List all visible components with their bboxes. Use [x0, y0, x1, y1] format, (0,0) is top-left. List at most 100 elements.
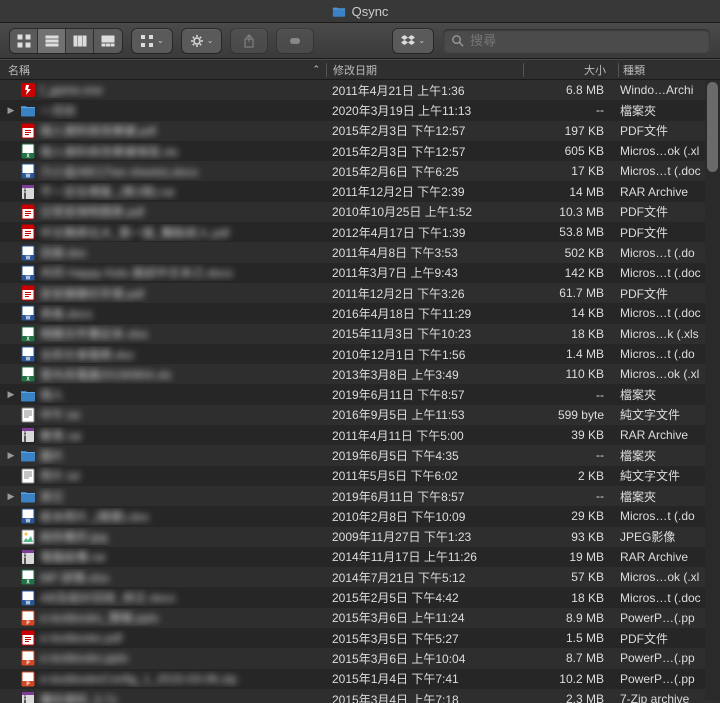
- scroll-thumb[interactable]: [707, 82, 718, 172]
- table-row[interactable]: 力小盃ABC(Two sheets).docx2015年2月6日 下午6:251…: [0, 161, 720, 181]
- table-row[interactable]: 教育.rar2011年4月11日 下午5:0039 KBRAR Archive: [0, 425, 720, 445]
- file-name: AB及設計回收_修正.docx: [40, 589, 175, 606]
- xls-icon: [20, 366, 36, 382]
- icon-view-button[interactable]: [10, 29, 38, 53]
- chevron-down-icon: ⌄: [157, 36, 164, 45]
- file-date: 2010年10月25日 上午1:52: [326, 203, 522, 220]
- file-date: 2015年3月6日 上午11:24: [326, 609, 522, 626]
- search-input[interactable]: [470, 33, 702, 48]
- file-size: 142 KB: [522, 266, 616, 280]
- table-row[interactable]: 日常安排時間表.pdf2010年10月25日 上午1:5210.3 MBPDF文…: [0, 202, 720, 222]
- file-date: 2015年3月6日 上午10:04: [326, 650, 522, 667]
- dropbox-button[interactable]: ⌄: [393, 29, 433, 53]
- file-date: 2011年12月2日 下午3:26: [326, 285, 522, 302]
- file-date: 2011年4月11日 下午5:00: [326, 427, 522, 444]
- column-header-kind[interactable]: 種類: [619, 62, 720, 78]
- file-date: 2020年3月19日 上午11:13: [326, 102, 522, 119]
- table-row[interactable]: e-textbooks.pdf2015年3月5日 下午5:271.5 MBPDF…: [0, 628, 720, 648]
- gallery-view-button[interactable]: [94, 29, 122, 53]
- search-field[interactable]: [443, 29, 710, 53]
- pdf-icon: [20, 204, 36, 220]
- file-date: 2011年4月8日 下午3:53: [326, 244, 522, 261]
- file-size: 502 KB: [522, 246, 616, 260]
- table-row[interactable]: 全民社會服務.doc2010年12月1日 下午1:561.4 MBMicros……: [0, 344, 720, 364]
- file-date: 2019年6月5日 下午4:35: [326, 447, 522, 464]
- file-size: 14 MB: [522, 185, 616, 199]
- table-row[interactable]: MP 詳情.xlsx2014年7月21日 下午5:1257 KBMicros…o…: [0, 567, 720, 587]
- table-row[interactable]: ▶其它2019年6月11日 下午8:57--檔案夾: [0, 486, 720, 506]
- pdf-icon: [20, 630, 36, 646]
- txt-icon: [20, 407, 36, 423]
- file-name: 中文教師北大_第一版_難點收入.pdf: [40, 224, 229, 241]
- table-row[interactable]: 中午.txt2016年9月5日 上午11:53599 byte純文字文件: [0, 405, 720, 425]
- table-row[interactable]: ▶個人2019年6月11日 下午8:57--檔案夾: [0, 384, 720, 404]
- file-name: 相關文件筆記本.xlsx: [40, 325, 148, 342]
- file-name: 室內充電器20190904.xls: [40, 366, 171, 383]
- file-date: 2014年7月21日 下午5:12: [326, 569, 522, 586]
- share-button[interactable]: [231, 29, 267, 53]
- file-size: 6.8 MB: [522, 83, 616, 97]
- doc-icon: [20, 508, 36, 524]
- table-row[interactable]: ▶圖片2019年6月5日 下午4:35--檔案夾: [0, 445, 720, 465]
- chevron-down-icon: ⌄: [418, 36, 425, 45]
- file-name: 一月份: [40, 102, 76, 119]
- table-row[interactable]: 個人資料修改單據填寫.xls2015年2月3日 下午12:57605 KBMic…: [0, 141, 720, 161]
- file-list[interactable]: f_game.exe2011年4月21日 上午1:366.8 MBWindo…A…: [0, 80, 720, 703]
- disclosure-triangle[interactable]: ▶: [6, 389, 16, 400]
- chevron-down-icon: ⌄: [207, 36, 214, 45]
- column-view-button[interactable]: [66, 29, 94, 53]
- list-view-button[interactable]: [38, 29, 66, 53]
- table-row[interactable]: e-textbooksConfig_1_2015-03-06.zip2015年1…: [0, 669, 720, 689]
- scrollbar[interactable]: [705, 80, 720, 700]
- rar-icon: [20, 184, 36, 200]
- table-row[interactable]: 安安靜靜印手冊.pdf2011年12月2日 下午3:2661.7 MBPDF文件: [0, 283, 720, 303]
- xls-icon: [20, 569, 36, 585]
- table-row[interactable]: 電腦設備.rar2014年11月17日 上午11:2619 MBRAR Arch…: [0, 547, 720, 567]
- table-row[interactable]: e-textbooks.pptx2015年3月6日 上午10:048.7 MBP…: [0, 648, 720, 668]
- column-header-name[interactable]: 名稱 ⌃: [0, 62, 326, 78]
- file-date: 2015年11月3日 下午10:23: [326, 325, 522, 342]
- file-date: 2016年4月18日 下午11:29: [326, 305, 522, 322]
- file-name: 教育.rar: [40, 427, 82, 444]
- file-name: 備份資料_0.7z: [40, 691, 117, 703]
- column-header-size[interactable]: 大小: [524, 62, 618, 78]
- disclosure-triangle[interactable]: ▶: [6, 450, 16, 461]
- toolbar: ⌄ ⌄ ⌄: [0, 23, 720, 59]
- file-name: 力小盃ABC(Two sheets).docx: [40, 163, 198, 180]
- table-row[interactable]: 中文教師北大_第一版_難點收入.pdf2012年4月17日 下午1:3953.8…: [0, 222, 720, 242]
- table-row[interactable]: e-textbooks_簡報.pptx2015年3月6日 上午11:248.9 …: [0, 608, 720, 628]
- table-row[interactable]: 個人資料修改單據.pdf2015年2月3日 下午12:57197 KBPDF文件: [0, 121, 720, 141]
- table-row[interactable]: 目錄.doc2011年4月8日 下午3:53502 KBMicros…t (.d…: [0, 242, 720, 262]
- file-size: 1.4 MB: [522, 347, 616, 361]
- file-name: 安安靜靜印手冊.pdf: [40, 285, 144, 302]
- table-row[interactable]: 備份資料_0.7z2015年3月4日 上午7:182.3 MB7-Zip arc…: [0, 689, 720, 703]
- jpg-icon: [20, 529, 36, 545]
- table-row[interactable]: 表格.docx2016年4月18日 下午11:2914 KBMicros…t (…: [0, 303, 720, 323]
- table-row[interactable]: 相關文件筆記本.xlsx2015年11月3日 下午10:2318 KBMicro…: [0, 324, 720, 344]
- table-row[interactable]: 不一定在裡面_(第2冊).rar2011年12月2日 下午2:3914 MBRA…: [0, 181, 720, 201]
- doc-icon: [20, 305, 36, 321]
- tags-button[interactable]: [277, 29, 313, 53]
- window-title: Qsync: [352, 4, 389, 19]
- file-size: 29 KB: [522, 509, 616, 523]
- doc-icon: [20, 265, 36, 281]
- action-button[interactable]: ⌄: [182, 29, 222, 53]
- file-date: 2015年3月5日 下午5:27: [326, 630, 522, 647]
- table-row[interactable]: 照片.txt2011年5月5日 下午6:022 KB純文字文件: [0, 466, 720, 486]
- pdf-icon: [20, 123, 36, 139]
- file-size: 599 byte: [522, 408, 616, 422]
- arrange-button[interactable]: ⌄: [132, 29, 172, 53]
- table-row[interactable]: AB及設計回收_修正.docx2015年2月5日 下午4:4218 KBMicr…: [0, 587, 720, 607]
- file-size: 53.8 MB: [522, 225, 616, 239]
- table-row[interactable]: f_game.exe2011年4月21日 上午1:366.8 MBWindo…A…: [0, 80, 720, 100]
- file-name: 個人資料修改單據填寫.xls: [40, 143, 178, 160]
- table-row[interactable]: 給你看的.jpg2009年11月27日 下午1:2393 KBJPEG影像: [0, 527, 720, 547]
- table-row[interactable]: 室內充電器20190904.xls2013年3月8日 上午3:49110 KBM…: [0, 364, 720, 384]
- disclosure-triangle[interactable]: ▶: [6, 491, 16, 502]
- table-row[interactable]: ▶一月份2020年3月19日 上午11:13--檔案夾: [0, 100, 720, 120]
- file-name: 全民社會服務.doc: [40, 346, 135, 363]
- column-header-date[interactable]: 修改日期: [327, 62, 523, 78]
- table-row[interactable]: 紙本照片_(簡要).doc2010年2月8日 下午10:0929 KBMicro…: [0, 506, 720, 526]
- table-row[interactable]: 共同 Happy Kids 面試中文本己.docx2011年3月7日 上午9:4…: [0, 263, 720, 283]
- disclosure-triangle[interactable]: ▶: [6, 105, 16, 116]
